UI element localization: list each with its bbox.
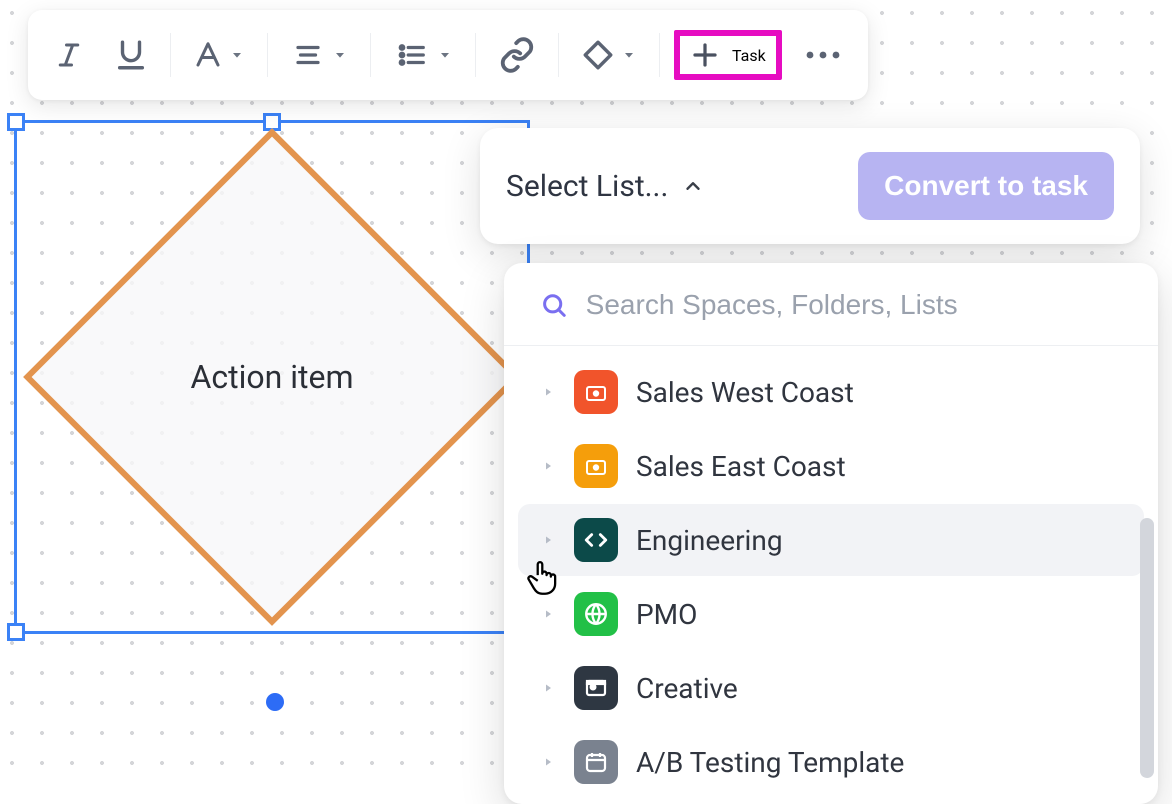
space-icon (574, 444, 618, 488)
space-row[interactable]: Sales East Coast (518, 430, 1144, 502)
scrollbar-thumb[interactable] (1140, 518, 1154, 778)
expand-caret-icon[interactable] (540, 681, 556, 695)
add-task-button[interactable]: Task (674, 30, 782, 80)
expand-caret-icon[interactable] (540, 385, 556, 399)
picker-search-input[interactable] (586, 289, 1128, 321)
search-icon (540, 290, 568, 320)
space-label: Engineering (636, 524, 783, 557)
underline-button[interactable] (106, 27, 156, 83)
space-label: Sales West Coast (636, 376, 854, 409)
list-button[interactable] (385, 27, 461, 83)
space-row[interactable]: PMO (518, 578, 1144, 650)
space-row[interactable]: Sales West Coast (518, 356, 1144, 428)
ellipsis-icon (804, 49, 842, 61)
chevron-up-icon (682, 175, 704, 197)
caret-down-icon (621, 47, 637, 63)
italic-button[interactable] (46, 27, 92, 83)
select-list-trigger[interactable]: Select List... (506, 169, 704, 204)
expand-caret-icon[interactable] (540, 755, 556, 769)
shape-selection-box[interactable]: Action item (14, 120, 530, 634)
select-list-panel: Select List... Convert to task (480, 128, 1140, 244)
convert-to-task-button[interactable]: Convert to task (858, 152, 1114, 220)
space-label: PMO (636, 598, 697, 631)
space-label: Creative (636, 672, 738, 705)
cursor-pointer-icon (524, 558, 560, 602)
expand-caret-icon[interactable] (540, 533, 556, 547)
space-icon (574, 740, 618, 784)
task-button-label: Task (732, 46, 766, 65)
text-color-button[interactable] (185, 27, 253, 83)
selection-handle[interactable] (7, 623, 25, 641)
caret-down-icon (229, 47, 245, 63)
formatting-toolbar: Task (28, 10, 868, 100)
picker-search-row (504, 263, 1158, 346)
space-label: A/B Testing Template (636, 746, 904, 779)
expand-caret-icon[interactable] (540, 607, 556, 621)
link-button[interactable] (490, 27, 544, 83)
space-row[interactable]: Creative (518, 652, 1144, 724)
space-row[interactable]: A/B Testing Template (518, 726, 1144, 798)
space-label: Sales East Coast (636, 450, 846, 483)
rotation-handle[interactable] (266, 693, 284, 711)
align-button[interactable] (282, 27, 356, 83)
list-picker-dropdown: Sales West Coast Sales East Coast Engineer… (504, 263, 1158, 804)
picker-list: Sales West Coast Sales East Coast Engineer… (504, 346, 1158, 804)
space-icon (574, 518, 618, 562)
shape-label[interactable]: Action item (190, 358, 353, 396)
select-list-label: Select List... (506, 169, 668, 204)
space-icon (574, 592, 618, 636)
caret-down-icon (437, 47, 453, 63)
plus-icon (690, 40, 720, 70)
space-icon (574, 666, 618, 710)
space-row[interactable]: Engineering (518, 504, 1144, 576)
expand-caret-icon[interactable] (540, 459, 556, 473)
more-button[interactable] (796, 27, 850, 83)
caret-down-icon (332, 47, 348, 63)
shape-button[interactable] (573, 27, 645, 83)
selection-handle[interactable] (7, 113, 25, 131)
space-icon (574, 370, 618, 414)
